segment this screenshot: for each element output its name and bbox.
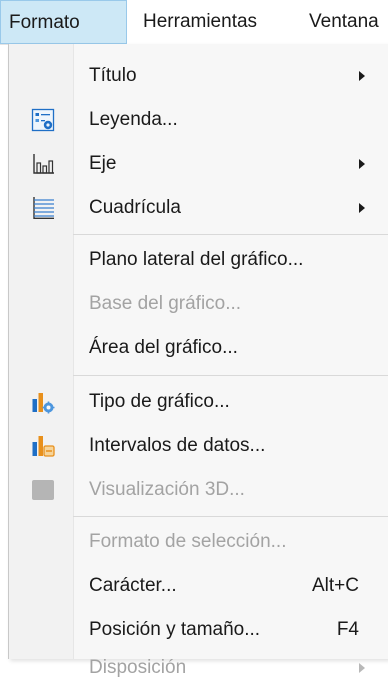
menu-item-visualizacion-3d: Visualización 3D... — [9, 468, 388, 512]
menu-item-area-grafico[interactable]: Área del gráfico... — [9, 326, 388, 370]
data-ranges-icon — [32, 436, 55, 457]
menu-item-leyenda[interactable]: Leyenda... — [9, 98, 388, 142]
menu-item-base-grafico: Base del gráfico... — [9, 282, 388, 326]
3d-view-icon — [32, 480, 54, 500]
menu-ventana-label: Ventana — [309, 11, 379, 32]
menu-formato-label: Formato — [9, 12, 80, 33]
menu-item-label: Área del gráfico... — [89, 337, 238, 358]
menu-separator — [73, 234, 388, 235]
submenu-arrow-icon — [359, 159, 365, 169]
menu-item-label: Eje — [89, 153, 117, 174]
menu-item-caracter[interactable]: Carácter... Alt+C — [9, 564, 388, 608]
menu-item-label: Intervalos de datos... — [89, 435, 266, 456]
menu-item-label: Formato de selección... — [89, 531, 287, 552]
menu-item-label: Base del gráfico... — [89, 293, 242, 314]
chart-type-icon — [32, 393, 55, 414]
legend-icon — [31, 108, 55, 132]
submenu-arrow-icon — [359, 663, 365, 673]
menu-item-cuadricula[interactable]: Cuadrícula — [9, 186, 388, 230]
menu-item-label: Tipo de gráfico... — [89, 391, 230, 412]
menu-item-label: Plano lateral del gráfico... — [89, 249, 304, 270]
submenu-arrow-icon — [359, 71, 365, 81]
menubar: Formato Herramientas Ventana — [0, 0, 388, 45]
menu-item-label: Leyenda... — [89, 109, 178, 130]
formato-dropdown-menu: Título Leyenda... Eje Cuadrícula Plano l… — [8, 44, 388, 678]
menu-item-formato-seleccion: Formato de selección... — [9, 520, 388, 564]
menu-herramientas[interactable]: Herramientas — [143, 0, 257, 44]
menu-herramientas-label: Herramientas — [143, 11, 258, 32]
menu-item-intervalos-datos[interactable]: Intervalos de datos... — [9, 424, 388, 468]
menu-item-label: Carácter... — [89, 575, 177, 596]
menu-item-label: Visualización 3D... — [89, 479, 245, 500]
menu-separator — [73, 375, 388, 376]
submenu-arrow-icon — [359, 203, 365, 213]
menu-item-label: Cuadrícula — [89, 197, 181, 218]
menu-separator — [73, 516, 388, 517]
menu-item-tipo-grafico[interactable]: Tipo de gráfico... — [9, 380, 388, 424]
menu-item-eje[interactable]: Eje — [9, 142, 388, 186]
menu-item-plano-lateral[interactable]: Plano lateral del gráfico... — [9, 238, 388, 282]
menu-formato[interactable]: Formato — [0, 0, 127, 44]
menu-item-label: Título — [89, 65, 137, 86]
grid-icon — [33, 197, 54, 219]
menu-item-titulo[interactable]: Título — [9, 54, 388, 98]
menu-item-label: Disposición — [89, 657, 187, 678]
menu-item-disposicion: Disposición — [9, 638, 388, 678]
menu-item-shortcut: Alt+C — [312, 575, 359, 596]
menu-ventana[interactable]: Ventana — [309, 0, 379, 44]
axis-icon — [33, 154, 54, 174]
